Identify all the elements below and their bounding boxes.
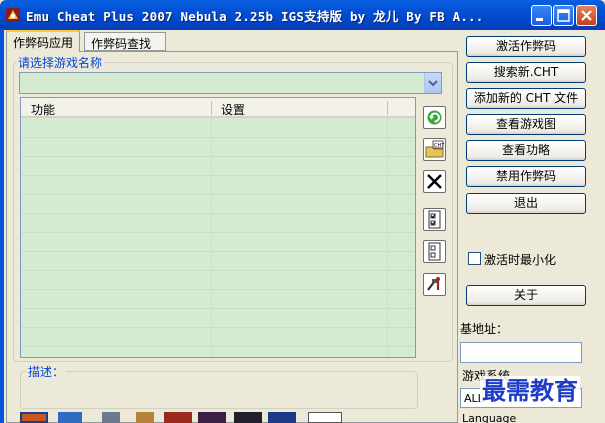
- grid-row-line: [21, 194, 415, 195]
- minimize-button[interactable]: [531, 5, 552, 26]
- tab-cheat-apply[interactable]: 作弊码应用: [6, 30, 80, 52]
- cheat-list[interactable]: 功能 设置: [20, 97, 416, 358]
- add-cht-file-button[interactable]: 添加新的 CHT 文件: [466, 88, 586, 109]
- close-button[interactable]: [576, 5, 597, 26]
- description-title: 描述：: [26, 363, 67, 380]
- minimize-on-activate-label[interactable]: 激活时最小化: [484, 251, 556, 268]
- grid-column-line: [387, 118, 388, 357]
- maximize-icon: [557, 9, 570, 22]
- thumbnail[interactable]: [198, 412, 226, 423]
- thumbnail[interactable]: [234, 412, 262, 423]
- app-icon[interactable]: [5, 7, 21, 23]
- tools-icon: [427, 277, 440, 291]
- delete-icon: [427, 174, 442, 189]
- tools-button[interactable]: [423, 273, 446, 296]
- grid-row-line: [21, 175, 415, 176]
- minimize-on-activate-checkbox[interactable]: [468, 252, 481, 265]
- cht-folder-icon: CHT: [425, 140, 445, 158]
- game-group-title: 请选择游戏名称: [16, 54, 105, 71]
- about-button[interactable]: 关于: [466, 285, 586, 306]
- base-address-label: 基地址：: [460, 322, 509, 336]
- deselect-all-button[interactable]: [423, 240, 446, 263]
- grid-column-line: [211, 118, 212, 357]
- maximize-button[interactable]: [553, 5, 574, 26]
- watermark-logo: 最需教育: [480, 376, 580, 406]
- base-address-input[interactable]: [460, 342, 582, 363]
- window-frame-left: [0, 30, 4, 423]
- title-bar[interactable]: Emu Cheat Plus 2007 Nebula 2.25b IGS支持版 …: [0, 0, 605, 30]
- grid-row-line: [21, 346, 415, 347]
- thumbnail[interactable]: [308, 412, 342, 423]
- tab-cheat-search[interactable]: 作弊码查找: [84, 32, 166, 51]
- grid-row-line: [21, 232, 415, 233]
- grid-row-line: [21, 270, 415, 271]
- language-label: Language: [462, 412, 517, 423]
- grid-row-line: [21, 156, 415, 157]
- column-header-function[interactable]: 功能: [31, 101, 55, 118]
- minimize-icon: [536, 18, 543, 21]
- game-select-dropdown-button[interactable]: [424, 73, 441, 93]
- svg-text:CHT: CHT: [434, 143, 445, 149]
- column-header-setting[interactable]: 设置: [221, 101, 245, 118]
- disable-cheat-button[interactable]: 禁用作弊码: [466, 166, 586, 187]
- cheat-list-header: 功能 设置: [21, 98, 415, 118]
- chevron-down-icon: [428, 80, 438, 87]
- empty-list-icon: [428, 242, 441, 261]
- thumbnail[interactable]: [20, 412, 48, 423]
- activate-cheat-button[interactable]: 激活作弊码: [466, 36, 586, 57]
- thumbnail[interactable]: [58, 412, 82, 423]
- view-game-image-button[interactable]: 查看游戏图: [466, 114, 586, 135]
- exit-button[interactable]: 退出: [466, 193, 586, 214]
- grid-row-line: [21, 251, 415, 252]
- grid-row-line: [21, 289, 415, 290]
- grid-row-line: [21, 327, 415, 328]
- column-divider[interactable]: [387, 101, 388, 115]
- close-icon: [581, 10, 592, 21]
- search-new-cht-button[interactable]: 搜索新.CHT: [466, 62, 586, 83]
- thumbnail[interactable]: [164, 412, 192, 423]
- refresh-icon: [427, 110, 442, 125]
- description-box: [20, 371, 418, 409]
- column-divider[interactable]: [211, 101, 212, 115]
- thumbnail[interactable]: [268, 412, 296, 423]
- refresh-button[interactable]: [423, 106, 446, 129]
- check-list-icon: [428, 210, 441, 229]
- view-guide-button[interactable]: 查看功略: [466, 140, 586, 161]
- grid-row-line: [21, 308, 415, 309]
- window-title: Emu Cheat Plus 2007 Nebula 2.25b IGS支持版 …: [26, 9, 484, 24]
- delete-button[interactable]: [423, 170, 446, 193]
- grid-row-line: [21, 213, 415, 214]
- game-select[interactable]: [19, 72, 442, 94]
- select-all-button[interactable]: [423, 208, 446, 231]
- load-cht-button[interactable]: CHT: [423, 138, 446, 161]
- grid-row-line: [21, 137, 415, 138]
- thumbnail[interactable]: [136, 412, 154, 423]
- thumbnail[interactable]: [102, 412, 120, 423]
